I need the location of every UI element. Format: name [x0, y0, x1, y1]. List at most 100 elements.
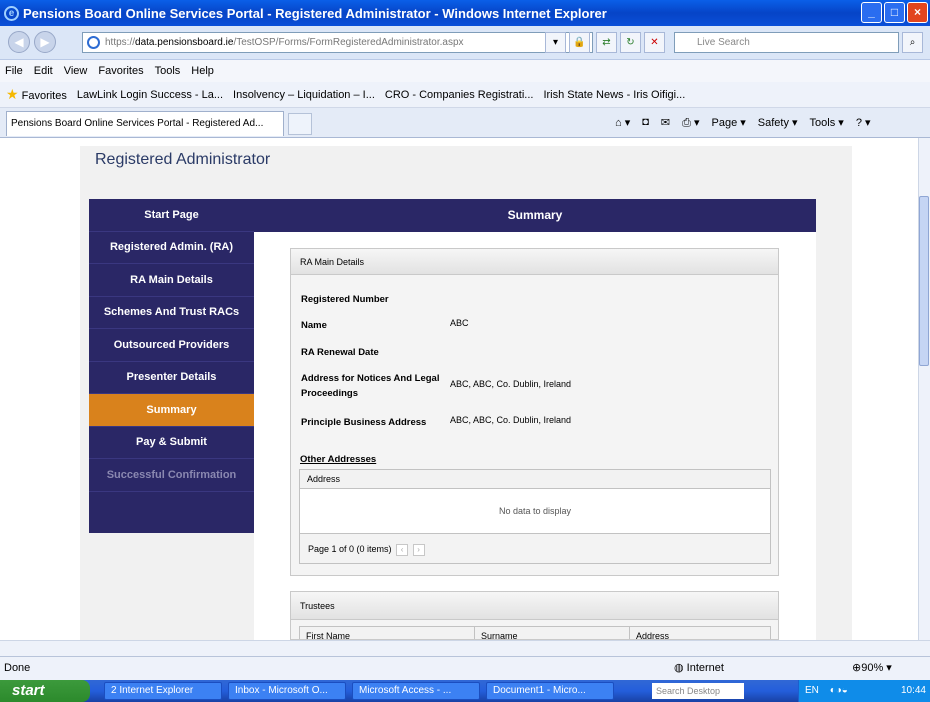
sidebar-item-presenter[interactable]: Presenter Details: [89, 362, 254, 394]
compatibility-icon[interactable]: ⇄: [596, 32, 617, 53]
address-row: ◀ ▶ https://data.pensionsboard.ie/TestOS…: [0, 26, 930, 60]
page-icon: [87, 36, 100, 49]
field-label: Registered Number: [301, 294, 389, 305]
page-header: Registered Administrator: [80, 146, 852, 184]
favorites-button[interactable]: ★ Favorites: [6, 86, 67, 103]
favorite-link-cro[interactable]: CRO - Companies Registrati...: [385, 89, 534, 101]
sidebar-item-ra-main-details[interactable]: RA Main Details: [89, 264, 254, 297]
ra-main-details-title: RA Main Details: [291, 249, 778, 275]
sidebar-item-start-page[interactable]: Start Page: [89, 199, 254, 232]
sidebar-item-summary[interactable]: Summary: [89, 394, 254, 427]
other-addresses-grid: Address No data to display Page 1 of 0 (…: [299, 469, 771, 564]
print-icon[interactable]: ⎙ ▾: [682, 116, 699, 130]
desktop-search-input[interactable]: Search Desktop: [652, 683, 744, 699]
address-scheme: https://: [105, 37, 136, 48]
field-value: ABC: [450, 318, 469, 328]
vertical-scroll-thumb[interactable]: [919, 196, 929, 366]
search-icon[interactable]: ⌕: [902, 32, 923, 53]
ra-main-details-box: RA Main Details Registered Number Name A…: [290, 248, 779, 576]
zoom-control[interactable]: ⊕90% ▾: [852, 661, 892, 674]
grid-pager: Page 1 of 0 (0 items) ‹ ›: [300, 533, 770, 563]
forward-button[interactable]: ▶: [34, 31, 56, 53]
new-tab-button[interactable]: [288, 113, 312, 135]
minimize-button[interactable]: _: [861, 2, 882, 23]
section-title: Summary: [254, 199, 816, 232]
taskbar: start 2 Internet Explorer Inbox - Micros…: [0, 680, 930, 702]
pager-summary: Page 1 of 0 (0 items): [308, 544, 392, 554]
grid-header-address[interactable]: Address: [630, 627, 770, 639]
menu-favorites[interactable]: Favorites: [98, 65, 143, 77]
field-label: Name: [301, 320, 327, 331]
favorite-link-insolvency[interactable]: Insolvency – Liquidation – I...: [233, 89, 375, 101]
zone-label: Internet: [686, 662, 724, 674]
address-dropdown-icon[interactable]: ▾: [545, 32, 566, 53]
tray-icons[interactable]: ◐◑◒: [830, 685, 848, 696]
zoom-level: 90%: [861, 662, 884, 674]
clock: 10:44: [900, 685, 926, 696]
back-button[interactable]: ◀: [8, 31, 30, 53]
taskbar-item-ie[interactable]: 2 Internet Explorer: [104, 682, 222, 700]
pager-prev-icon[interactable]: ‹: [396, 543, 409, 556]
menu-view[interactable]: View: [64, 65, 88, 77]
star-icon: ★: [6, 86, 19, 102]
taskbar-item-word[interactable]: Document1 - Micro...: [486, 682, 614, 700]
refresh-icon[interactable]: ↻: [620, 32, 641, 53]
wizard-sidebar: Start Page Registered Admin. (RA) RA Mai…: [89, 199, 254, 533]
globe-icon: ◍: [674, 662, 684, 674]
menu-edit[interactable]: Edit: [34, 65, 53, 77]
search-input[interactable]: Live Search: [674, 32, 899, 53]
start-button[interactable]: start: [0, 680, 90, 702]
field-value: ABC, ABC, Co. Dublin, Ireland: [450, 379, 572, 389]
tools-menu[interactable]: Tools ▾: [810, 116, 844, 130]
grid-header-surname[interactable]: Surname: [475, 627, 630, 639]
menu-file[interactable]: File: [5, 65, 23, 77]
tab-row: Pensions Board Online Services Portal - …: [0, 108, 930, 138]
window-titlebar: e Pensions Board Online Services Portal …: [0, 0, 930, 26]
horizontal-scrollbar[interactable]: [0, 640, 930, 656]
internet-zone[interactable]: ◍ Internet: [674, 661, 724, 674]
stop-icon[interactable]: ✕: [644, 32, 665, 53]
system-tray: EN ◐◑◒ 10:44: [798, 680, 930, 702]
address-path: /TestOSP/Forms/FormRegisteredAdministrat…: [233, 37, 464, 48]
lock-icon[interactable]: 🔒: [569, 32, 590, 53]
safety-menu[interactable]: Safety ▾: [758, 116, 798, 130]
mail-icon[interactable]: ✉: [661, 116, 670, 130]
close-button[interactable]: ×: [907, 2, 928, 23]
grid-header-address[interactable]: Address: [300, 470, 770, 489]
maximize-button[interactable]: □: [884, 2, 905, 23]
status-text: Done: [4, 662, 31, 674]
sidebar-item-outsourced[interactable]: Outsourced Providers: [89, 329, 254, 362]
favorite-link-lawlink[interactable]: LawLink Login Success - La...: [77, 89, 223, 101]
pager-next-icon[interactable]: ›: [412, 543, 425, 556]
taskbar-item-outlook[interactable]: Inbox - Microsoft O...: [228, 682, 346, 700]
grid-empty-text: No data to display: [498, 506, 572, 516]
other-addresses-title: Other Addresses: [300, 454, 377, 465]
window-title: Pensions Board Online Services Portal - …: [23, 5, 607, 21]
sidebar-item-registered-admin[interactable]: Registered Admin. (RA): [89, 232, 254, 264]
grid-header-first-name[interactable]: First Name: [300, 627, 475, 639]
favorite-link-iris[interactable]: Irish State News - Iris Oifigi...: [543, 89, 685, 101]
status-bar: Done ◍ Internet ⊕90% ▾: [0, 656, 930, 680]
page-menu[interactable]: Page ▾: [712, 116, 746, 130]
field-label: Principle Business Address: [301, 417, 427, 428]
sidebar-item-pay-submit[interactable]: Pay & Submit: [89, 427, 254, 459]
field-label: RA Renewal Date: [301, 347, 379, 358]
address-bar[interactable]: https://data.pensionsboard.ie/TestOSP/Fo…: [82, 32, 593, 53]
trustees-grid-header: First Name Surname Address: [299, 626, 771, 639]
zoom-icon: ⊕: [852, 662, 862, 674]
feeds-icon[interactable]: ◘: [642, 116, 649, 130]
trustees-title: Trustees: [291, 592, 778, 620]
language-indicator[interactable]: EN: [805, 685, 819, 696]
menu-bar: File Edit View Favorites Tools Help: [0, 60, 930, 82]
help-icon[interactable]: ? ▾: [856, 116, 871, 130]
sidebar-item-confirmation: Successful Confirmation: [89, 459, 254, 492]
sidebar-item-schemes-trust[interactable]: Schemes And Trust RACs: [89, 297, 254, 329]
taskbar-item-access[interactable]: Microsoft Access - ...: [352, 682, 480, 700]
menu-tools[interactable]: Tools: [155, 65, 181, 77]
field-value: ABC, ABC, Co. Dublin, Ireland: [450, 415, 572, 425]
trustees-box: Trustees First Name Surname Address: [290, 591, 779, 640]
tab-active[interactable]: Pensions Board Online Services Portal - …: [6, 111, 284, 136]
field-label: Address for Notices And Legal Proceeding…: [301, 373, 440, 399]
menu-help[interactable]: Help: [191, 65, 214, 77]
home-icon[interactable]: ⌂ ▾: [615, 116, 630, 130]
